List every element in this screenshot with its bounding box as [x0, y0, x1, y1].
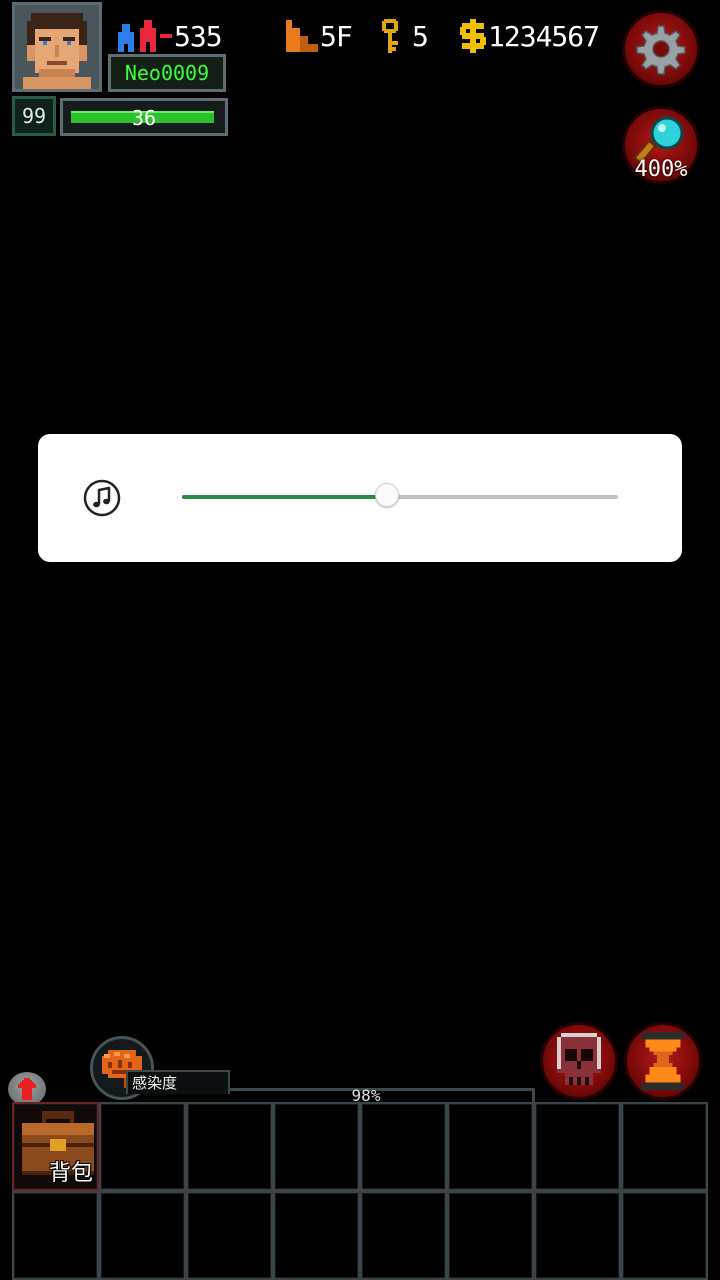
inventory-slot[interactable]	[186, 1102, 273, 1191]
inventory-slot[interactable]	[99, 1191, 186, 1280]
zoom-button[interactable]: 400%	[622, 106, 700, 184]
inventory-slot[interactable]	[534, 1102, 621, 1191]
skull-button[interactable]	[540, 1022, 618, 1100]
inventory-slot[interactable]	[534, 1191, 621, 1280]
inventory-slot[interactable]	[360, 1191, 447, 1280]
floor-stat: 5F	[286, 16, 353, 56]
hp-bar: 36	[60, 98, 228, 136]
population-value: 535	[174, 19, 223, 53]
volume-slider[interactable]	[182, 483, 618, 507]
player-face-icon	[15, 5, 99, 89]
inventory-slot[interactable]	[12, 1191, 99, 1280]
gold-stat: 1234567	[458, 16, 600, 56]
expand-button[interactable]	[8, 1072, 46, 1106]
volume-panel	[38, 434, 682, 562]
backpack-slot[interactable]: 背包	[12, 1102, 99, 1191]
volume-slider-thumb[interactable]	[374, 483, 399, 507]
player-portrait[interactable]	[12, 2, 102, 92]
inventory-slot[interactable]	[621, 1102, 708, 1191]
hourglass-icon	[641, 1032, 685, 1090]
inventory-slot[interactable]	[447, 1102, 534, 1191]
inventory-slot[interactable]	[447, 1191, 534, 1280]
skull-icon	[557, 1033, 601, 1085]
stairs-icon	[286, 20, 318, 52]
gold-value: 1234567	[488, 19, 600, 53]
key-icon	[382, 19, 398, 53]
player-level: 99	[12, 96, 56, 136]
keys-stat: 5	[378, 16, 429, 56]
inventory-slot[interactable]	[621, 1191, 708, 1280]
inventory-slot[interactable]	[99, 1102, 186, 1191]
inventory-slot[interactable]	[360, 1102, 447, 1191]
zoom-level: 400%	[634, 157, 688, 182]
volume-slider-fill	[182, 495, 387, 499]
dollar-icon	[460, 19, 486, 53]
music-note-icon	[83, 479, 121, 517]
player-name: Neo0009	[108, 54, 226, 92]
inventory-slot[interactable]	[186, 1191, 273, 1280]
floor-value: 5F	[320, 19, 353, 53]
gear-icon	[636, 25, 686, 75]
inventory-grid: 背包	[12, 1102, 708, 1280]
arrow-up-icon	[18, 1078, 36, 1100]
keys-value: 5	[412, 19, 429, 53]
inventory-slot[interactable]	[273, 1191, 360, 1280]
infection-label: 感染度	[126, 1070, 230, 1094]
population-stat: 535	[116, 16, 223, 56]
hp-value: 36	[131, 106, 157, 130]
hourglass-button[interactable]	[624, 1022, 702, 1100]
backpack-label: 背包	[48, 1161, 93, 1186]
population-icon	[118, 20, 172, 52]
inventory-slot[interactable]	[273, 1102, 360, 1191]
settings-button[interactable]	[622, 10, 700, 88]
